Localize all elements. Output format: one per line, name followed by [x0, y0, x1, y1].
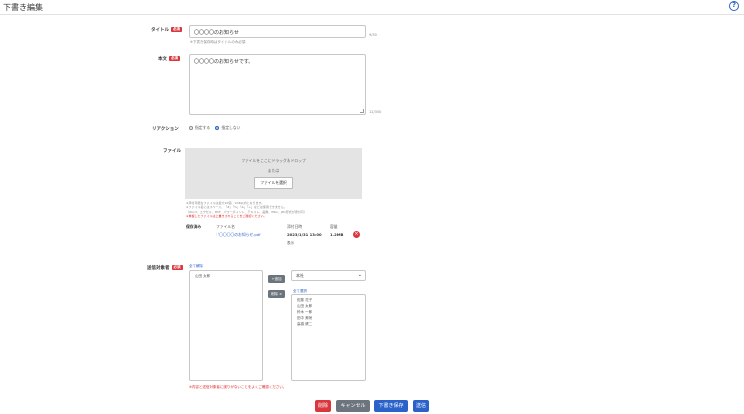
col-type: 容量: [330, 224, 338, 229]
required-badge: 必須: [171, 265, 183, 270]
dropzone-text: ファイルをここにドラッグ＆ドロップ: [241, 158, 306, 163]
body-textarea[interactable]: 〇〇〇〇のお知らせです。: [189, 54, 366, 115]
radio-unchecked-icon: [189, 126, 193, 130]
list-item[interactable]: 山田 太郎: [190, 273, 262, 279]
save-draft-button[interactable]: 下書き保存: [374, 400, 408, 412]
saved-file-link[interactable]: 🗋〇〇〇〇のお知らせ.pdf: [216, 232, 261, 239]
title-hint: ※下書き保存時はタイトルのみ必須: [190, 40, 246, 44]
selected-recipients-list[interactable]: 山田 太郎: [189, 270, 263, 381]
add-button[interactable]: +追加: [268, 275, 285, 283]
page-title: 下書き編集: [3, 3, 43, 12]
delete-file-icon[interactable]: ×: [353, 231, 360, 238]
saved-file-extra: 表示: [287, 241, 294, 245]
file-dropzone[interactable]: ファイルをここにドラッグ＆ドロップ または ファイルを選択: [185, 148, 362, 199]
available-recipients-list[interactable]: 佐藤 花子 山田 太郎 鈴木 一郎 田中 美咲 高橋 健二: [291, 294, 366, 381]
reaction-option-yes[interactable]: 指定する: [189, 125, 210, 130]
title-counter: 9/30: [369, 33, 377, 37]
reaction-option-yes-label: 指定する: [195, 125, 211, 130]
body-label: 本文 必須: [158, 56, 180, 62]
title-input[interactable]: 〇〇〇〇のお知らせ: [189, 25, 366, 38]
delete-button[interactable]: 削除: [315, 400, 331, 412]
recipients-label: 送信対象者 必須: [147, 265, 183, 271]
file-select-button[interactable]: ファイルを選択: [254, 177, 293, 189]
list-item[interactable]: 高橋 健二: [292, 321, 365, 327]
title-label: タイトル 必須: [151, 27, 182, 33]
saved-file-name: 〇〇〇〇のお知らせ.pdf: [219, 232, 261, 237]
saved-file-size: 1.2MB: [330, 232, 344, 237]
header-divider: [0, 14, 744, 15]
body-counter: 12/300: [369, 110, 382, 114]
send-button[interactable]: 送信: [413, 400, 429, 412]
recipients-warning: ※内容と送信対象者に誤りがないことをよくご確認ください。: [189, 385, 287, 389]
recipients-label-text: 送信対象者: [147, 266, 170, 271]
remove-button[interactable]: 削除 ×: [268, 290, 285, 298]
help-icon[interactable]: ?: [729, 1, 739, 11]
reaction-option-no[interactable]: 指定しない: [215, 125, 240, 130]
file-notes: ※添付可能なファイルは最大10個、1GB以内となります。 ※ファイル名にはスペー…: [186, 201, 376, 218]
reaction-option-no-label: 指定しない: [221, 125, 241, 130]
deselect-all-link[interactable]: 全て解除: [189, 264, 203, 269]
resize-handle[interactable]: [360, 109, 364, 113]
body-textarea-value: 〇〇〇〇のお知らせです。: [194, 59, 254, 65]
title-label-text: タイトル: [151, 28, 169, 33]
title-input-value: 〇〇〇〇のお知らせ: [194, 30, 239, 36]
group-select-value: 本社: [296, 273, 304, 278]
saved-file-date: 2023/1/31 13:00: [287, 232, 322, 237]
chevron-down-icon: ⌄: [357, 272, 362, 278]
file-warning: ※重複したファイルは上書きされることをご確認ください。: [186, 213, 267, 218]
reaction-options: 指定する 指定しない: [189, 125, 240, 131]
file-label: ファイル: [163, 149, 181, 154]
required-badge: 必須: [171, 27, 182, 32]
cancel-button[interactable]: キャンセル: [336, 400, 370, 412]
dropzone-or: または: [267, 168, 280, 173]
body-label-text: 本文: [158, 57, 167, 62]
reaction-label: リアクション: [152, 127, 179, 132]
col-filename: ファイル名: [216, 224, 235, 229]
saved-label: 保存済み: [186, 224, 202, 229]
col-attachment-date: 添付日時: [287, 224, 303, 229]
required-badge: 必須: [169, 56, 180, 61]
radio-checked-icon: [215, 126, 220, 130]
group-select[interactable]: 本社 ⌄: [291, 270, 366, 281]
